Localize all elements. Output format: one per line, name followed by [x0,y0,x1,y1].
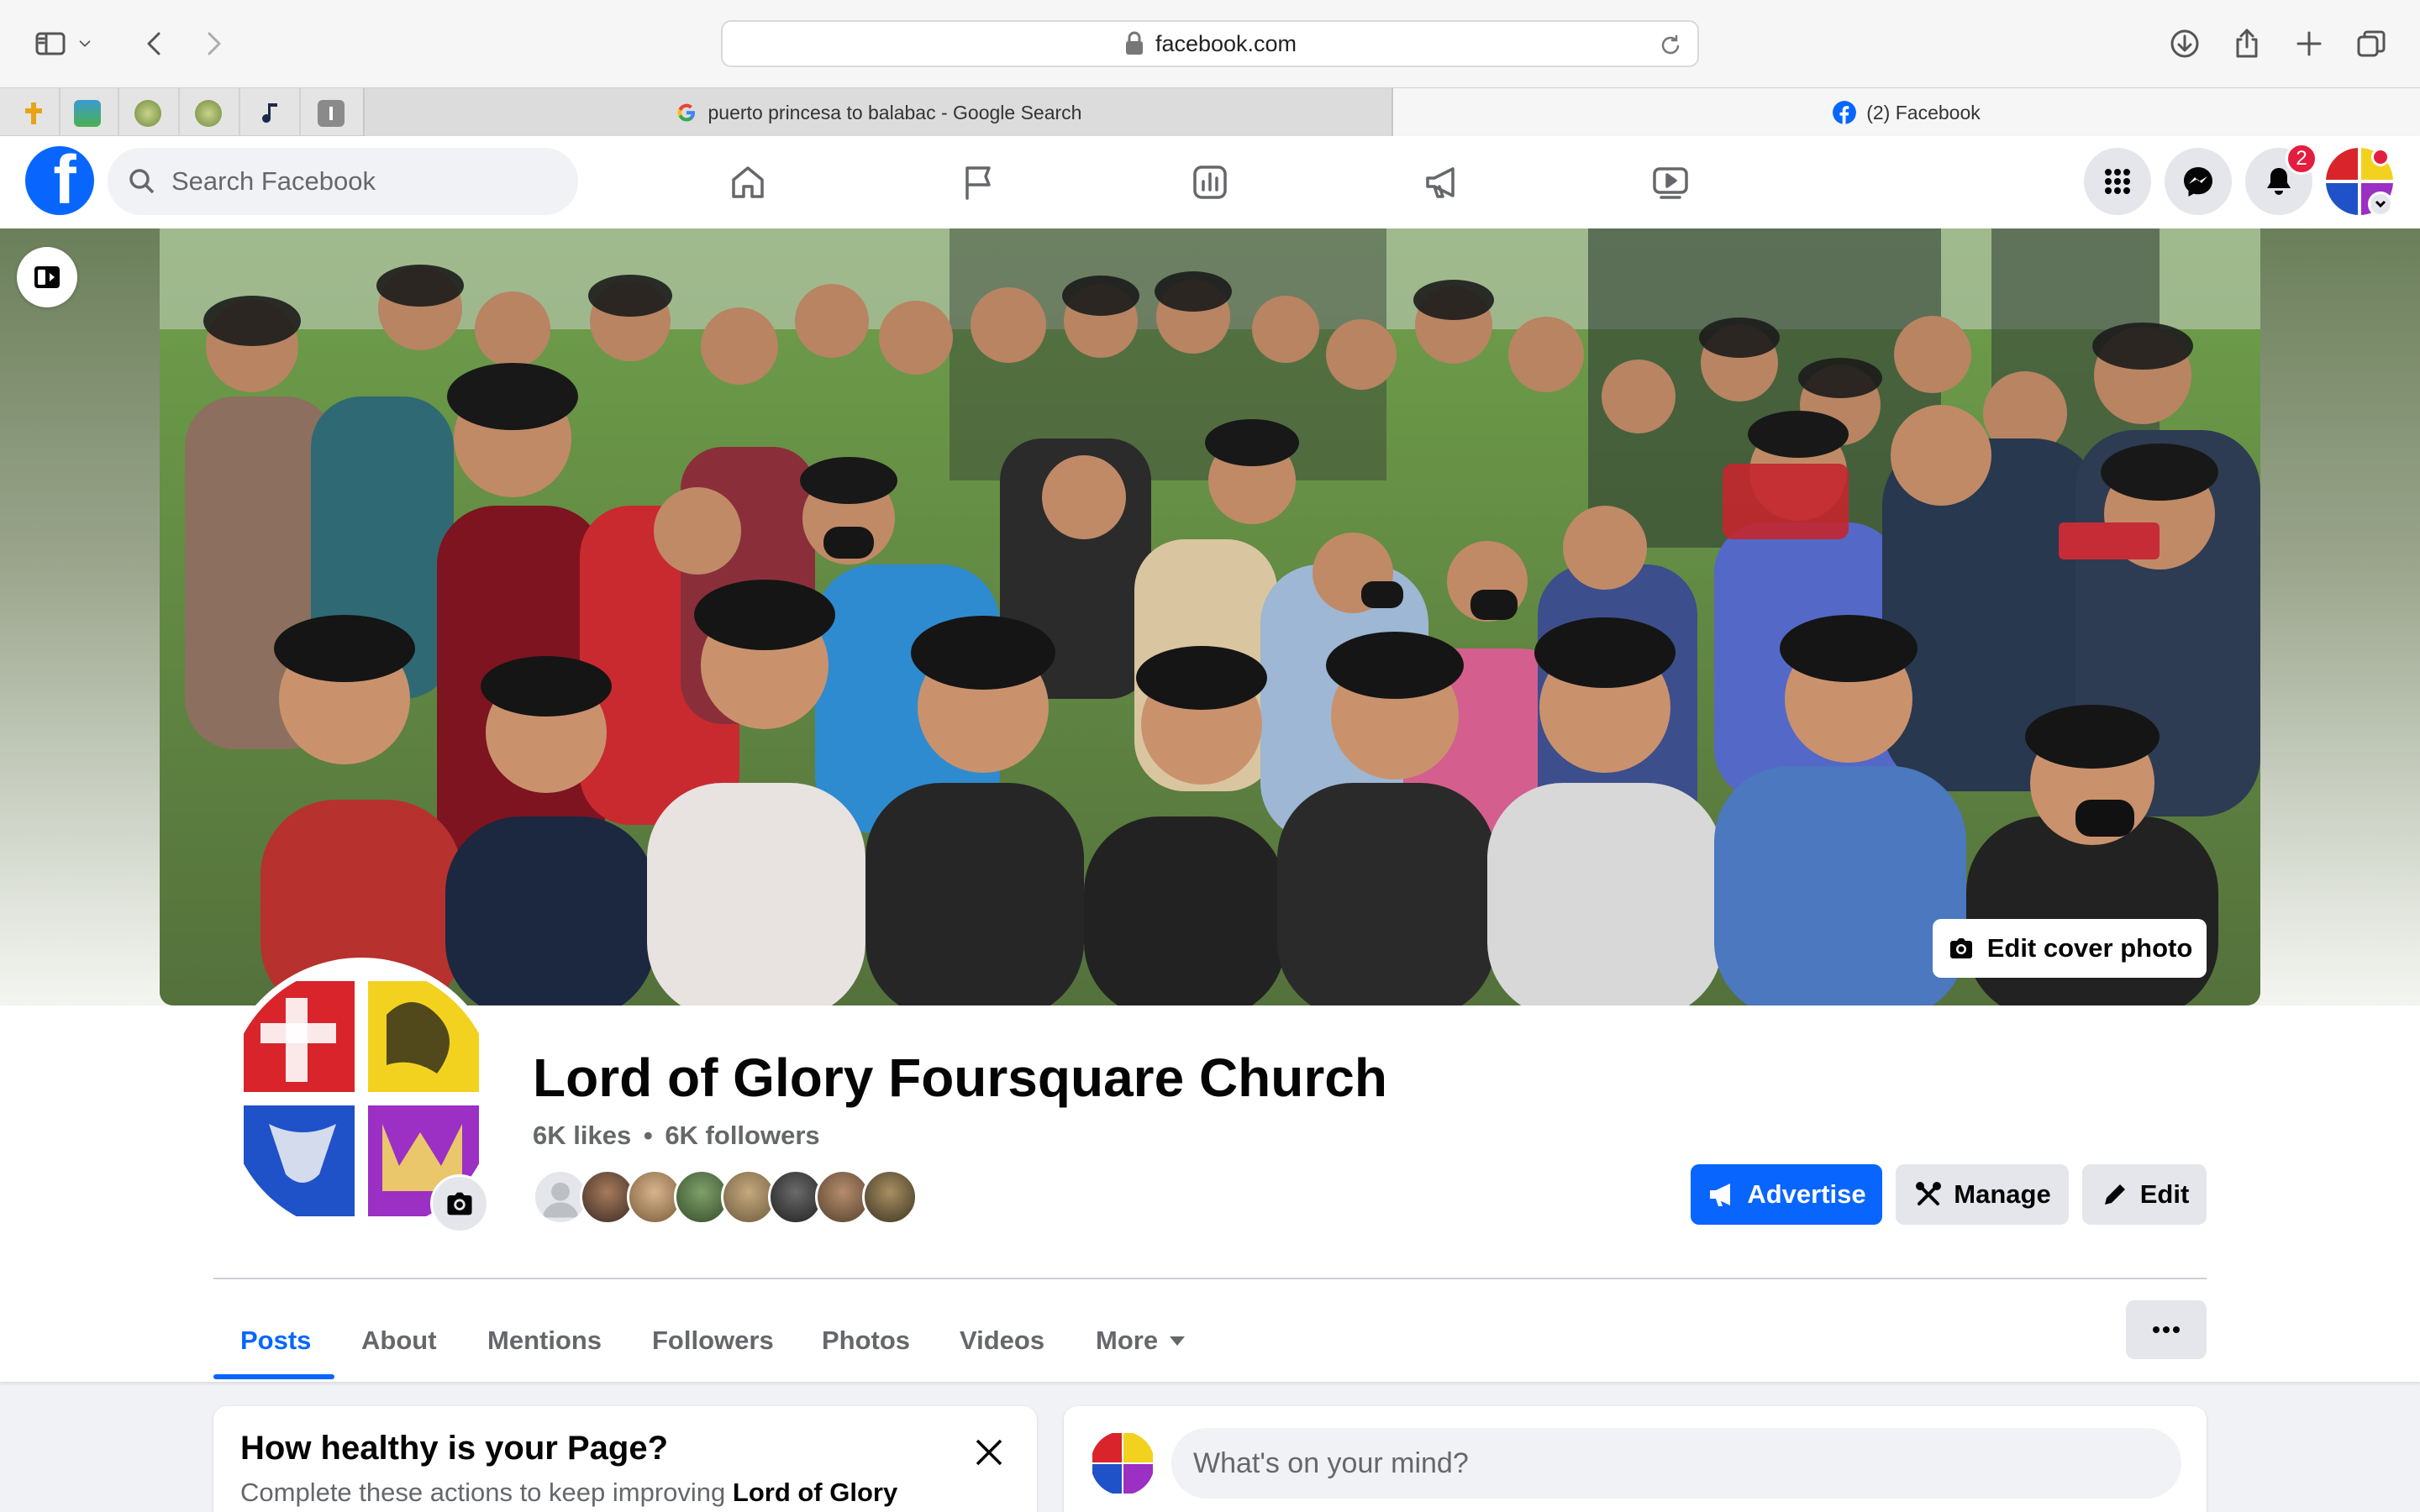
menu-grid-icon[interactable] [2084,148,2151,215]
tab-bar: puerto princesa to balabac - Google Sear… [0,87,2420,137]
page-title: Lord of Glory Foursquare Church [533,1047,1387,1108]
back-arrow-icon[interactable] [129,18,180,69]
lock-icon [1125,31,1143,55]
advertise-label: Advertise [1747,1179,1866,1209]
reload-icon[interactable] [1657,32,1684,59]
health-card-subtitle: Complete these actions to keep improving… [240,1478,1010,1508]
landscape-favicon-icon[interactable] [74,100,101,127]
tab-followers[interactable]: Followers [625,1300,801,1381]
megaphone-icon [1710,1184,1731,1206]
notification-badge: 2 [2286,143,2317,175]
tab-more[interactable]: More [1069,1300,1212,1381]
favicon-separator [239,88,240,137]
advertise-button[interactable]: Advertise [1691,1164,1882,1225]
tab-mentions[interactable]: Mentions [460,1300,629,1381]
tab-facebook[interactable]: (2) Facebook [1393,88,2420,137]
favicon-separator [118,88,119,137]
follower-avatar[interactable] [862,1169,918,1225]
i-favicon-icon[interactable] [318,100,345,127]
tab-overview-icon[interactable] [2346,18,2396,69]
tab-google-search[interactable]: puerto princesa to balabac - Google Sear… [363,88,1393,137]
favicon-separator [178,88,180,137]
active-tab-indicator [213,1374,334,1379]
browser-toolbar: facebook.com [0,0,2420,87]
stats-separator: • [643,1121,653,1150]
shell-favicon-icon[interactable] [134,100,161,127]
health-card-title: How healthy is your Page? [240,1430,669,1467]
search-icon [129,169,155,194]
search-input[interactable] [171,166,541,197]
manage-button[interactable]: Manage [1896,1164,2069,1225]
favicon-separator [59,88,60,137]
whats-on-your-mind-input[interactable]: What's on your mind? [1171,1428,2181,1499]
facebook-logo-icon[interactable]: f [25,146,94,215]
caret-down-icon [1170,1336,1186,1346]
forward-arrow-icon[interactable] [188,18,239,69]
health-subtitle-page-name: Lord of Glory [732,1478,898,1507]
tab-photos[interactable]: Photos [795,1300,937,1381]
notifications-bell-icon[interactable]: 2 [2245,143,2317,215]
flag-icon[interactable] [928,151,1028,213]
group-photo-image [160,228,2260,1005]
facebook-navbar: f 2 [0,136,2420,228]
tab-more-label: More [1096,1326,1159,1355]
chevron-down-icon[interactable] [72,18,97,69]
edit-button[interactable]: Edit [2082,1164,2207,1225]
pencil-icon [2104,1184,2125,1205]
composer-avatar[interactable] [1091,1431,1155,1495]
insights-icon[interactable] [1160,151,1260,213]
address-bar[interactable]: facebook.com [721,20,1699,67]
messenger-icon[interactable] [2165,148,2232,215]
page-health-card: How healthy is your Page? Complete these… [213,1406,1037,1512]
sidebar-toggle-icon[interactable] [25,18,76,69]
camera-icon [1949,938,1972,958]
video-icon[interactable] [1620,151,1721,213]
ellipsis-icon [2153,1326,2180,1333]
profile-camera-icon[interactable] [430,1174,489,1233]
edit-label: Edit [2139,1179,2190,1209]
manage-label: Manage [1954,1179,2051,1209]
close-icon[interactable] [966,1430,1012,1475]
tab-title: (2) Facebook [1866,101,1981,123]
follower-avatars [533,1169,918,1225]
header-divider [213,1278,2207,1279]
music-favicon-icon[interactable] [255,100,282,127]
likes-link[interactable]: 6K likes [533,1121,631,1150]
cross-favicon-icon[interactable] [20,100,47,127]
home-icon[interactable] [697,151,798,213]
tab-about[interactable]: About [334,1300,464,1381]
page-stats: 6K likes • 6K followers [533,1121,820,1151]
shell-favicon-icon[interactable] [195,100,222,127]
status-dot [2371,148,2390,166]
tab-posts[interactable]: Posts [213,1300,338,1381]
edit-cover-label: Edit cover photo [1986,933,2193,963]
followers-link[interactable]: 6K followers [665,1121,819,1150]
page-sidebar-toggle-icon[interactable] [17,247,77,307]
tab-title: puerto princesa to balabac - Google Sear… [708,101,1082,123]
edit-cover-photo-button[interactable]: Edit cover photo [1933,919,2207,978]
favicon-separator [299,88,301,137]
megaphone-icon[interactable] [1392,151,1492,213]
tab-videos[interactable]: Videos [933,1300,1071,1381]
share-icon[interactable] [2222,18,2272,69]
facebook-favicon-icon [1833,101,1857,124]
url-text: facebook.com [1155,30,1297,56]
cover-photo[interactable] [160,228,2260,1005]
post-composer: What's on your mind? [1064,1406,2207,1512]
search-box[interactable] [108,148,578,215]
new-tab-icon[interactable] [2284,18,2334,69]
tools-icon [1916,1182,1942,1205]
download-icon[interactable] [2160,18,2210,69]
more-options-button[interactable] [2126,1300,2207,1359]
account-chevron-icon[interactable] [2368,192,2393,217]
google-icon [677,103,695,122]
health-subtitle-text: Complete these actions to keep improving [240,1478,726,1507]
